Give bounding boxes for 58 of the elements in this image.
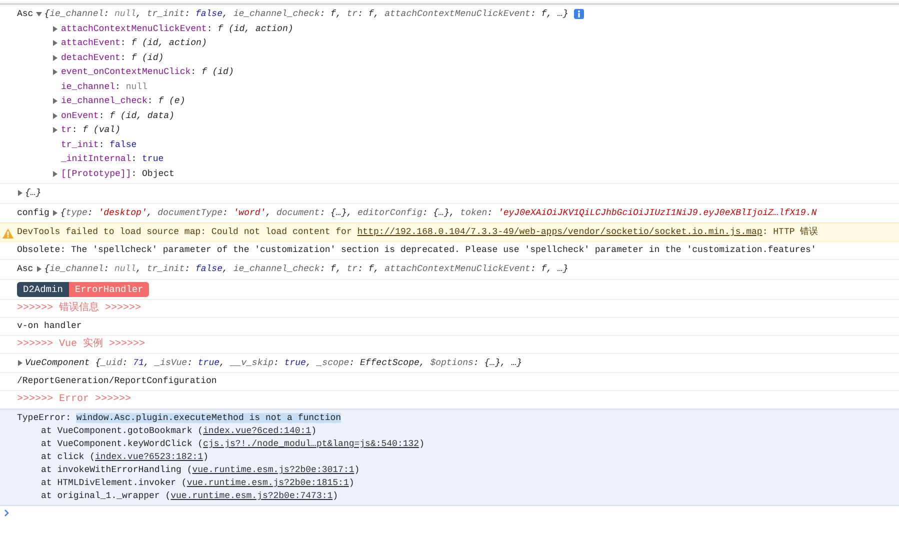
log-badge: D2Admin xyxy=(17,282,69,296)
stack-frame: at HTMLDivElement.invoker (vue.runtime.esm.js?2b0e:1815:1) xyxy=(17,477,899,490)
expand-arrow-icon[interactable] xyxy=(36,266,42,272)
object-property: ie_channel: null xyxy=(61,82,148,92)
stack-frame: at invokeWithErrorHandling (vue.runtime.esm.js?2b0e:3017:1) xyxy=(17,464,899,477)
expand-arrow-icon[interactable] xyxy=(52,112,58,119)
log-message: Obsolete: The 'spellcheck' parameter of the 'customization' section is deprecated. Please use 'spellcheck' parameter in the 'customization.features' xyxy=(17,245,816,255)
object-property: onEvent: f (id, data) xyxy=(61,110,174,121)
source-link[interactable]: vue.runtime.esm.js?2b0e:7473:1 xyxy=(170,491,333,501)
expand-arrow-icon[interactable] xyxy=(52,54,58,61)
stack-frame: at original_1._wrapper (vue.runtime.esm.js?2b0e:7473:1) xyxy=(17,490,899,503)
log-message: >>>>>> 错误信息 >>>>>> xyxy=(17,302,142,312)
expand-arrow-icon[interactable] xyxy=(17,360,23,366)
expand-arrow-icon[interactable] xyxy=(52,98,58,104)
log-label: Asc xyxy=(17,9,34,20)
log-label: Asc xyxy=(17,264,34,274)
object-property: tr_init: false xyxy=(61,140,137,150)
log-message: v-on handler xyxy=(17,320,82,330)
source-link[interactable]: vue.runtime.esm.js?2b0e:3017:1 xyxy=(192,465,354,475)
object-property: attachEvent: f (id, action) xyxy=(61,38,207,48)
source-link[interactable]: http://192.168.0.104/7.3.3-49/web-apps/vendor/socketio/socket.io.min.js.map xyxy=(357,227,762,237)
object-preview[interactable]: {…} xyxy=(25,188,42,198)
object-property: tr: f (val) xyxy=(61,125,120,136)
source-link[interactable]: vue.runtime.esm.js?2b0e:1815:1 xyxy=(186,478,349,488)
object-property: [[Prototype]]: Object xyxy=(61,168,174,179)
expand-arrow-icon[interactable] xyxy=(52,26,58,32)
stack-frame: at VueComponent.keyWordClick (cjs.js?!./node_modul…pt&lang=js&:540:132) xyxy=(17,438,899,451)
log-label: config xyxy=(17,208,50,218)
prompt-chevron-icon[interactable] xyxy=(4,509,9,517)
source-link[interactable]: index.vue?6ced:140:1 xyxy=(203,426,312,436)
object-preview[interactable]: VueComponent {_uid: 71, _isVue: true, __v_skip: true, _scope: EffectScope, $options: {…}, …} xyxy=(25,358,522,368)
object-preview[interactable]: {type: 'desktop', documentType: 'word', document: {…}, editorConfig: {…}, token: 'eyJ0eXAiOiJKV1QiLCJhbGciOiJIUzI1NiJ9.eyJ0eXBlIjoiZ…lfX19.N xyxy=(60,208,817,218)
expand-arrow-icon[interactable] xyxy=(52,210,58,216)
object-preview[interactable]: {ie_channel: null, tr_init: false, ie_channel_check: f, tr: f, attachContextMenuClickEvent: f, …} xyxy=(44,9,568,20)
object-property: _initInternal: true xyxy=(61,154,164,164)
expand-arrow-icon[interactable] xyxy=(52,69,58,76)
source-link[interactable]: index.vue?6523:182:1 xyxy=(95,452,204,462)
stack-frame: at click (index.vue?6523:182:1) xyxy=(17,451,899,464)
expand-arrow-icon[interactable] xyxy=(52,170,58,177)
log-message: >>>>>> Error >>>>>> xyxy=(17,394,132,404)
source-link[interactable]: cjs.js?!./node_modul…pt&lang=js&:540:132 xyxy=(203,439,420,449)
object-property: detachEvent: f (id) xyxy=(61,52,164,63)
object-property: ie_channel_check: f (e) xyxy=(61,96,186,106)
object-property: attachContextMenuClickEvent: f (id, action) xyxy=(61,24,294,34)
collapse-arrow-icon[interactable] xyxy=(36,11,42,18)
stack-frame: at VueComponent.gotoBookmark (index.vue?6ced:140:1) xyxy=(17,425,899,438)
expand-arrow-icon[interactable] xyxy=(52,40,58,46)
log-badge: ErrorHandler xyxy=(68,282,150,296)
object-preview[interactable]: {ie_channel: null, tr_init: false, ie_channel_check: f, tr: f, attachContextMenuClickEvent: f, …} xyxy=(44,264,568,274)
log-message: /ReportGeneration/ReportConfiguration xyxy=(17,376,217,386)
warning-message: DevTools failed to load source map: Could not load content for http://192.168.0.104/7.3.3-49/web-apps/vendor/socketio/socket.io.min.js.map: HTTP 错误 xyxy=(17,227,818,237)
object-property: event_onContextMenuClick: f (id) xyxy=(61,67,234,78)
error-message: TypeError: window.Asc.plugin.executeMethod is not a function xyxy=(17,412,342,425)
warning-icon xyxy=(2,228,14,239)
info-icon[interactable] xyxy=(574,9,584,20)
expand-arrow-icon[interactable] xyxy=(52,127,58,134)
expand-arrow-icon[interactable] xyxy=(17,190,23,196)
log-message: >>>>>> Vue 实例 >>>>>> xyxy=(17,338,146,348)
